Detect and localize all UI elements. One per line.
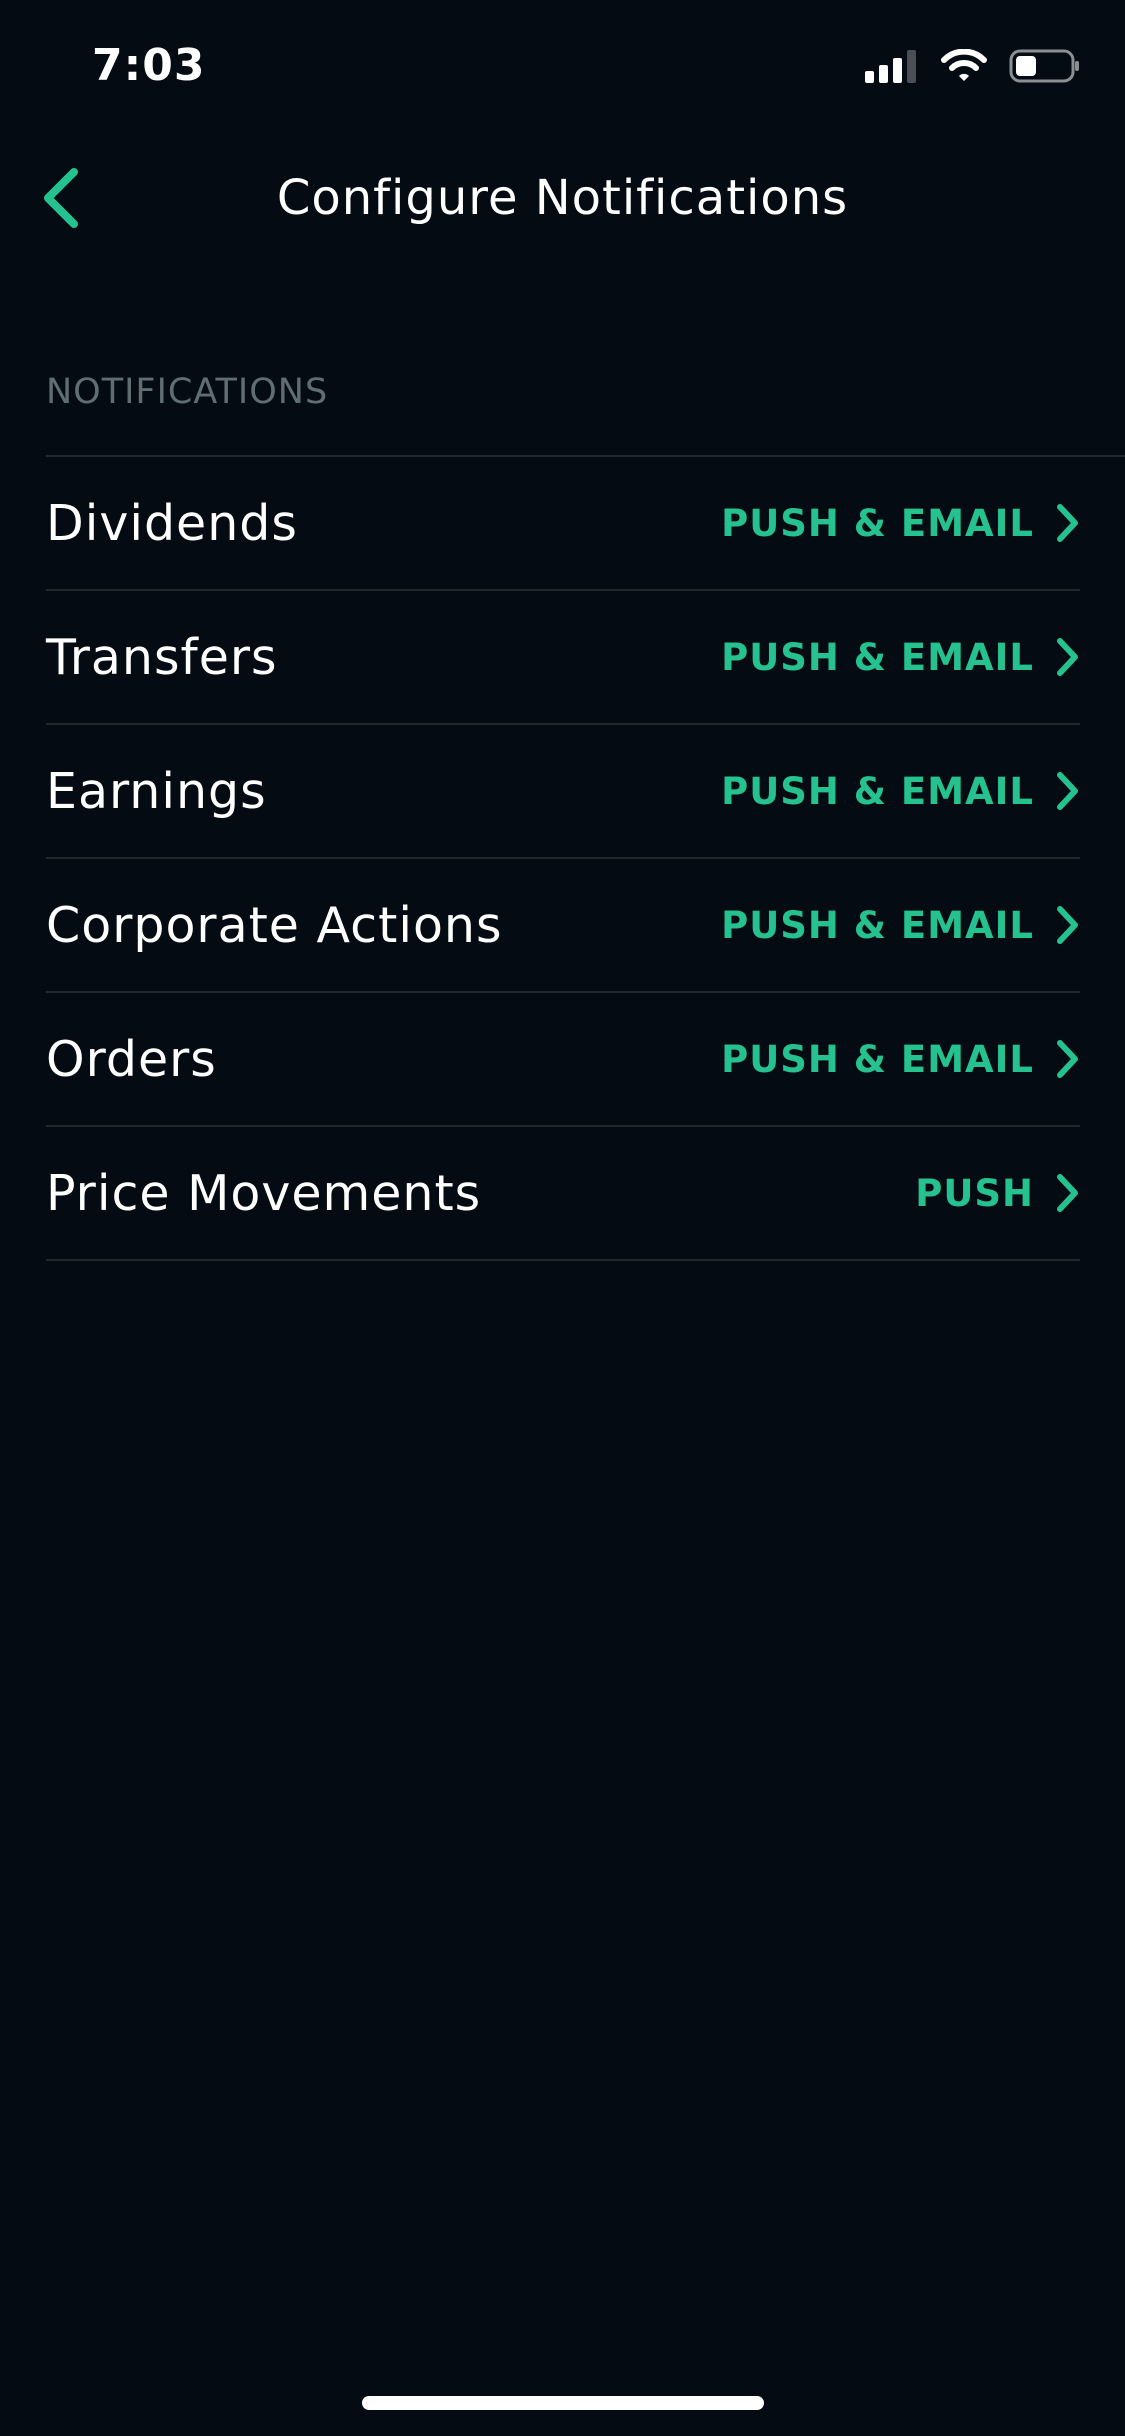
chevron-right-icon: [1056, 1039, 1080, 1079]
chevron-right-icon: [1056, 905, 1080, 945]
list-item-transfers[interactable]: Transfers PUSH & EMAIL: [46, 591, 1080, 725]
row-value: PUSH & EMAIL: [721, 501, 1034, 545]
list-item-dividends[interactable]: Dividends PUSH & EMAIL: [46, 457, 1080, 591]
row-label: Orders: [46, 1030, 217, 1088]
list-item-corporate-actions[interactable]: Corporate Actions PUSH & EMAIL: [46, 859, 1080, 993]
row-value: PUSH & EMAIL: [721, 1037, 1034, 1081]
section-header: NOTIFICATIONS: [46, 372, 329, 412]
row-label: Transfers: [46, 628, 278, 686]
chevron-right-icon: [1056, 503, 1080, 543]
list-item-earnings[interactable]: Earnings PUSH & EMAIL: [46, 725, 1080, 859]
chevron-right-icon: [1056, 1173, 1080, 1213]
nav-bar: Configure Notifications: [0, 150, 1125, 250]
status-time: 7:03: [92, 40, 206, 91]
row-label: Earnings: [46, 762, 267, 820]
row-label: Price Movements: [46, 1164, 482, 1222]
home-indicator[interactable]: [362, 2396, 764, 2410]
status-icons: [865, 48, 1081, 88]
row-label: Dividends: [46, 494, 298, 552]
list-item-orders[interactable]: Orders PUSH & EMAIL: [46, 993, 1080, 1127]
row-label: Corporate Actions: [46, 896, 503, 954]
row-value: PUSH & EMAIL: [721, 769, 1034, 813]
notification-settings-list: Dividends PUSH & EMAIL Transfers PUSH & …: [46, 457, 1080, 1261]
wifi-icon: [941, 48, 987, 87]
row-value: PUSH & EMAIL: [721, 903, 1034, 947]
status-bar: 7:03: [0, 0, 1125, 130]
chevron-right-icon: [1056, 637, 1080, 677]
page-title: Configure Notifications: [276, 170, 849, 226]
battery-icon: [1009, 48, 1081, 88]
cellular-signal-icon: [865, 49, 919, 87]
row-value: PUSH: [915, 1171, 1034, 1215]
row-value: PUSH & EMAIL: [721, 635, 1034, 679]
chevron-right-icon: [1056, 771, 1080, 811]
list-item-price-movements[interactable]: Price Movements PUSH: [46, 1127, 1080, 1261]
